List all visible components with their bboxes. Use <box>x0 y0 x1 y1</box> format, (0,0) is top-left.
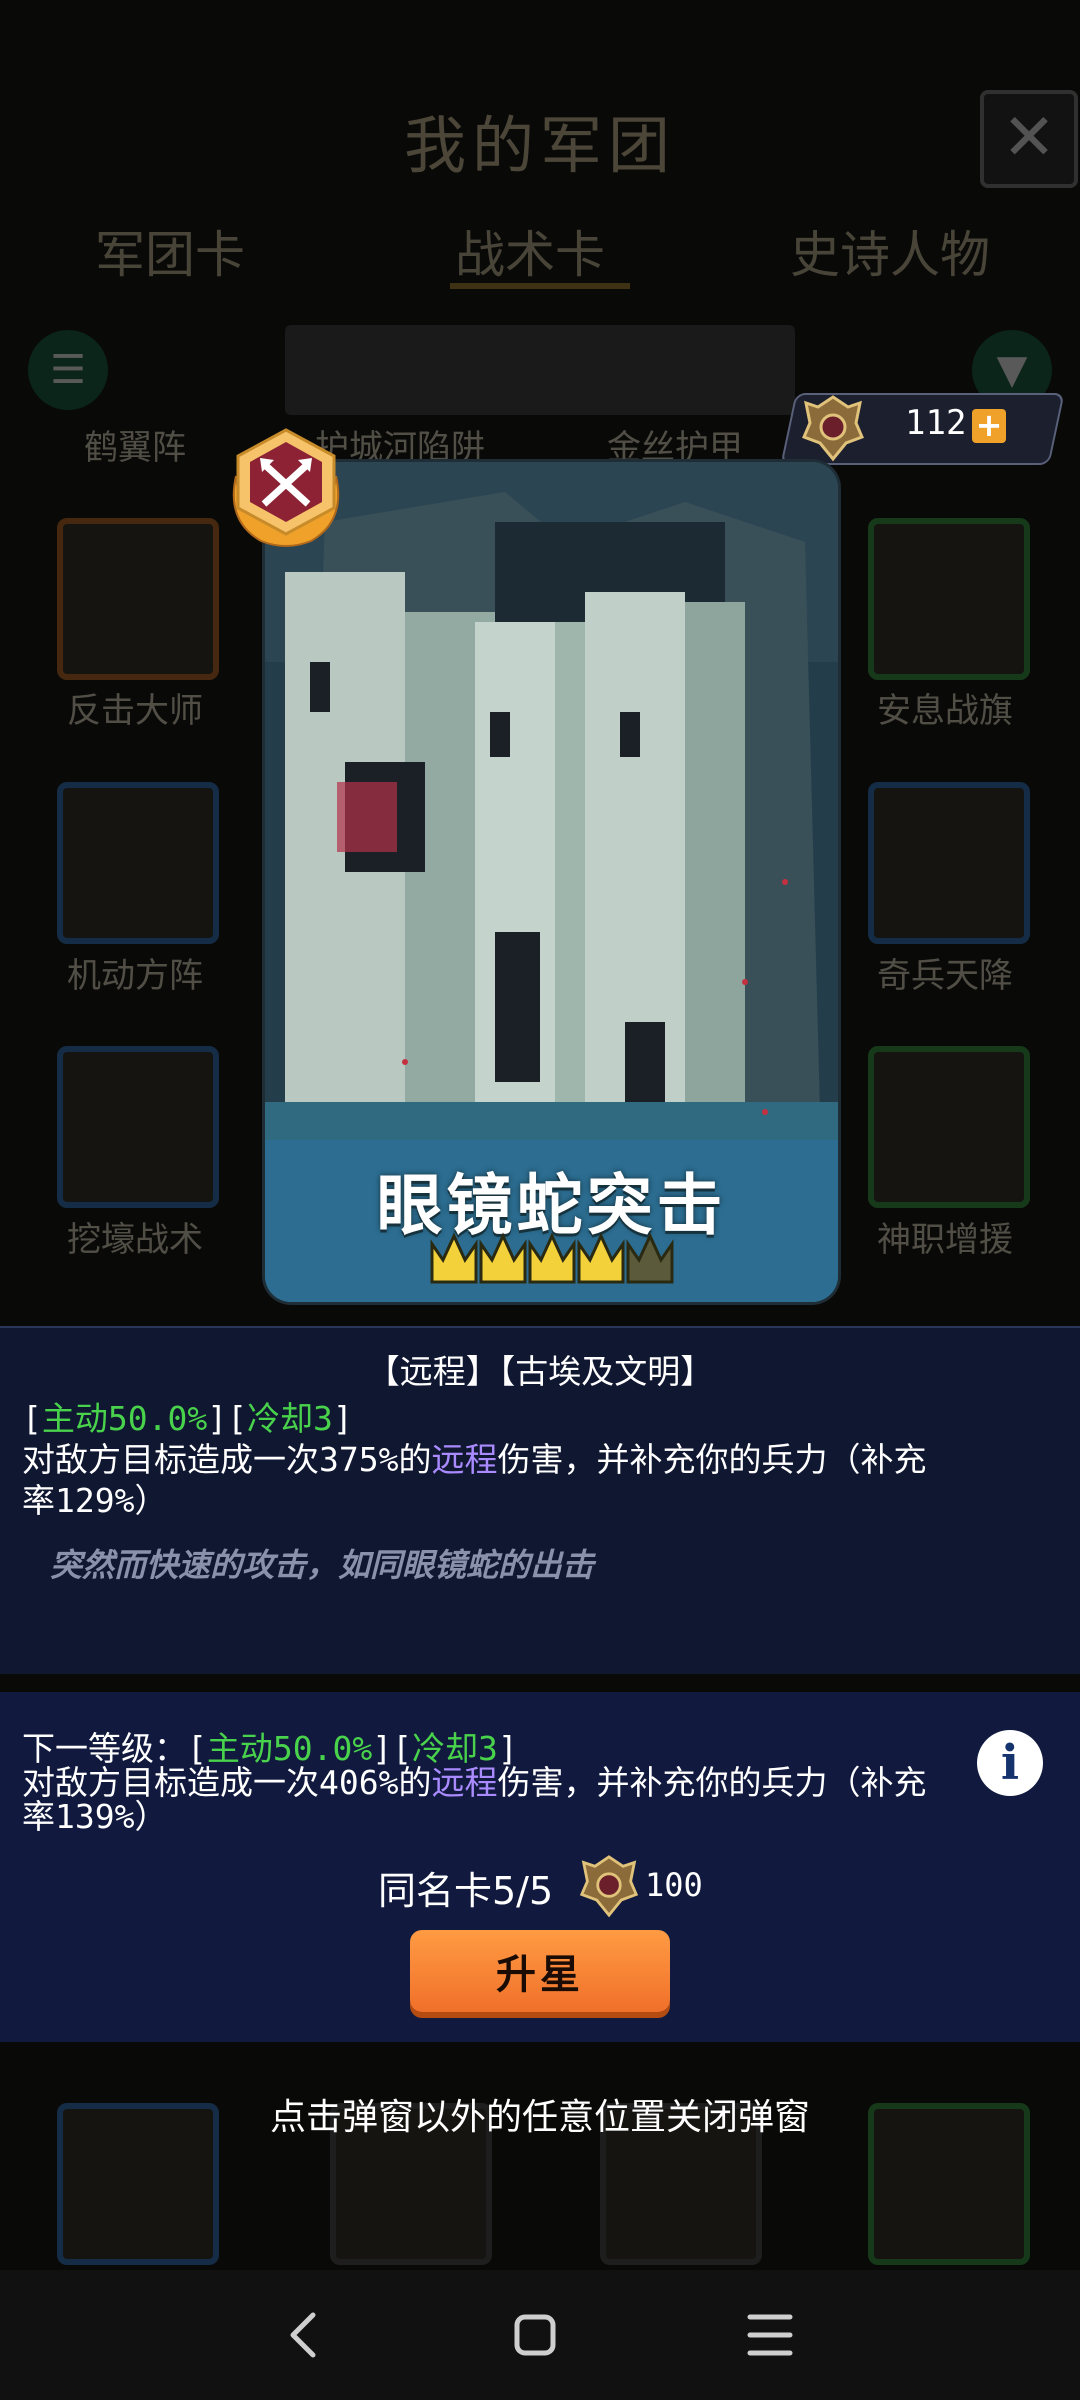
card-label: 机动方阵 <box>67 956 203 996</box>
crown-icon-empty <box>626 1232 674 1284</box>
crossed-arrows-badge-icon <box>232 428 340 547</box>
crown-icon-filled <box>577 1232 625 1284</box>
tab-tactic-cards[interactable]: 战术卡 <box>455 215 605 287</box>
card-tags: 【远程】【古埃及文明】 <box>366 1352 714 1391</box>
home-icon[interactable] <box>490 2295 580 2375</box>
plus-icon[interactable]: + <box>972 409 1006 443</box>
upgrade-star-button[interactable]: 升星 <box>410 1930 670 2012</box>
card-label: 神职增援 <box>877 1220 1013 1260</box>
screen-title: 我的军团 <box>403 109 676 182</box>
upgrade-cost: 100 <box>645 1866 703 1904</box>
card-label: 反击大师 <box>67 691 203 731</box>
card-thumbnail[interactable] <box>57 518 219 680</box>
card-thumbnail[interactable] <box>57 782 219 944</box>
crown-icon-filled <box>528 1232 576 1284</box>
emblem-icon <box>802 395 864 462</box>
card-thumbnail[interactable] <box>868 782 1030 944</box>
tactic-card: 眼镜蛇突击 <box>265 462 838 1302</box>
keyword-ranged: 远程 <box>431 1440 498 1479</box>
list-icon[interactable]: ☰ <box>28 330 108 410</box>
close-icon[interactable]: ✕ <box>980 90 1078 188</box>
card-label: 奇兵天降 <box>877 956 1013 996</box>
card-thumbnail[interactable] <box>868 1046 1030 1208</box>
card-label: 安息战旗 <box>877 691 1013 731</box>
close-hint: 点击弹窗以外的任意位置关闭弹窗 <box>269 2097 810 2138</box>
search-box[interactable] <box>285 325 795 415</box>
flavor-text: 突然而快速的攻击，如同眼镜蛇的出击 <box>50 1546 595 1584</box>
crown-icon-filled <box>430 1232 478 1284</box>
resource-count: 112 <box>905 403 967 443</box>
crown-icon-filled <box>479 1232 527 1284</box>
tab-epic-characters[interactable]: 史诗人物 <box>790 215 990 287</box>
duplicate-card-count: 同名卡5/5 <box>378 1869 554 1913</box>
tab-legion-cards[interactable]: 军团卡 <box>95 215 245 287</box>
active-tab-indicator <box>450 283 630 289</box>
menu-icon[interactable] <box>725 2295 815 2375</box>
emblem-icon <box>579 1855 639 1918</box>
next-level-description-cont: 率139%） <box>22 1797 168 1836</box>
back-icon[interactable] <box>258 2295 348 2375</box>
star-rating <box>430 1232 674 1284</box>
keyword-ranged: 远程 <box>431 1763 498 1802</box>
skill-description-cont: 率129%） <box>22 1481 168 1520</box>
info-icon[interactable]: i <box>977 1730 1043 1796</box>
card-label: 鹤翼阵 <box>84 428 186 468</box>
card-thumbnail[interactable] <box>57 1046 219 1208</box>
card-label: 挖壕战术 <box>67 1220 203 1260</box>
card-thumbnail[interactable] <box>868 518 1030 680</box>
